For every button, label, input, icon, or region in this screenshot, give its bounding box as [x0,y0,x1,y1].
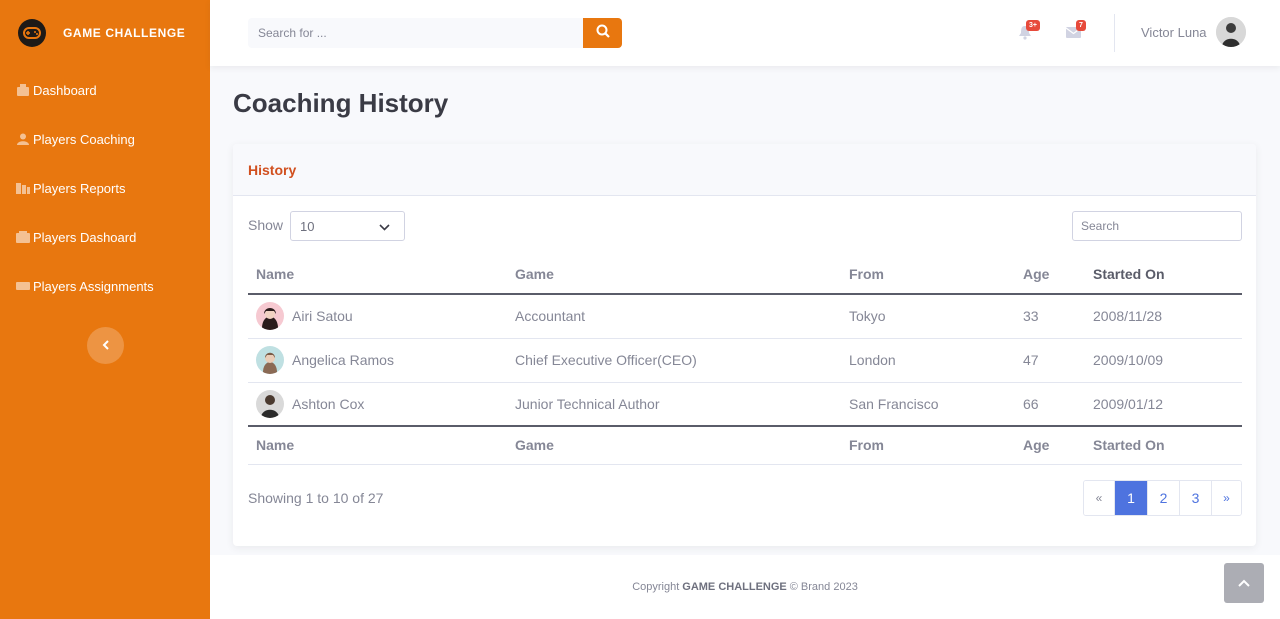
started-on-cell: 2008/11/28 [1085,294,1242,339]
grid-icon [16,231,30,243]
footer: Copyright GAME CHALLENGE © Brand 2023 [210,555,1280,619]
sidebar-item-label: Players Dashoard [33,229,137,245]
table-header-row: Name Game From Age Started On [248,254,1242,295]
brand[interactable]: GAME CHALLENGE [0,0,210,66]
entries-select-value: 10 [300,218,315,234]
age-cell: 47 [1015,338,1085,383]
column-footer-age: Age [1015,425,1085,465]
pagination-next[interactable]: » [1211,481,1241,515]
report-icon [16,182,30,194]
avatar [256,346,284,374]
sidebar-item-label: Players Coaching [33,131,135,147]
alerts-button[interactable]: 3+ [1018,20,1040,42]
name-cell: Ashton Cox [248,382,507,426]
game-cell: Chief Executive Officer(CEO) [507,338,841,383]
page-title: Coaching History [233,88,449,118]
from-cell: San Francisco [849,395,939,412]
user-icon [16,133,30,145]
sidebar-item-label: Players Assignments [33,278,154,294]
sidebar: GAME CHALLENGE Dashboard Players Coachin… [0,0,210,619]
topbar-divider [1114,14,1115,52]
column-header-started-on[interactable]: Started On [1085,254,1242,295]
topbar-search [248,18,622,48]
chevron-left-icon [102,337,110,355]
started-on-cell: 2009/10/09 [1085,338,1242,383]
showing-info: Showing 1 to 10 of 27 [248,490,384,506]
sidebar-item-players-coaching[interactable]: Players Coaching [0,119,210,159]
alerts-badge: 3+ [1026,20,1040,31]
card-title: History [248,161,297,178]
scroll-to-top-button[interactable] [1224,563,1264,603]
search-input[interactable] [248,18,583,48]
history-card: History Show 10 Name Game From Age Start… [233,144,1256,546]
search-icon [596,24,610,43]
column-footer-from: From [841,425,1015,465]
pagination-page-1[interactable]: 1 [1114,481,1147,515]
avatar[interactable] [1216,17,1246,47]
column-header-from[interactable]: From [841,254,1015,295]
player-name: Angelica Ramos [292,352,394,368]
column-footer-started-on: Started On [1085,425,1242,465]
column-footer-game: Game [507,425,841,465]
sidebar-toggle-button[interactable] [87,327,124,364]
table-footer-row: Name Game From Age Started On [248,425,1242,465]
history-table: Name Game From Age Started On Airi Satou… [248,254,1242,465]
table-row[interactable]: Ashton Cox Junior Technical Author San F… [248,382,1242,426]
home-icon [16,84,30,96]
entries-select[interactable]: 10 [290,211,405,241]
avatar [256,389,284,418]
started-on-cell: 2009/01/12 [1093,395,1164,412]
messages-button[interactable]: 7 [1066,20,1086,42]
age-cell: 33 [1015,294,1085,339]
brand-name: GAME CHALLENGE [63,26,186,40]
table-row[interactable]: Airi Satou Accountant Tokyo 33 2008/11/2… [248,294,1242,339]
game-cell: Junior Technical Author [515,395,660,412]
show-label: Show [248,217,284,233]
topbar: 3+ 7 Victor Luna [210,0,1280,66]
player-name: Airi Satou [292,308,353,325]
user-name[interactable]: Victor Luna [1141,25,1207,40]
table-search-input[interactable] [1072,211,1242,241]
column-header-name[interactable]: Name [248,254,507,295]
from-cell: London [841,338,1015,383]
card-header: History [233,144,1256,196]
avatar [256,302,284,331]
sidebar-item-players-dashoard[interactable]: Players Dashoard [0,217,210,257]
sidebar-item-label: Dashboard [33,82,97,98]
table-row[interactable]: Angelica Ramos Chief Executive Officer(C… [248,338,1242,383]
player-name: Ashton Cox [292,395,365,412]
pagination-page-3[interactable]: 3 [1179,481,1211,515]
chevron-down-icon [379,219,390,234]
name-cell: Angelica Ramos [248,338,507,383]
gamepad-icon [18,19,46,47]
game-cell: Accountant [507,294,841,339]
column-header-age[interactable]: Age [1015,254,1085,295]
footer-copyright-suffix: © Brand 2023 [789,581,858,593]
sidebar-item-players-assignments[interactable]: Players Assignments [0,266,210,306]
pagination-prev[interactable]: « [1084,481,1114,515]
pagination-page-2[interactable]: 2 [1147,481,1179,515]
sidebar-item-label: Players Reports [33,180,126,196]
name-cell: Airi Satou [248,294,507,339]
footer-copyright-prefix: Copyright [632,581,680,593]
pagination: « 1 2 3 » [1083,480,1242,516]
chevron-up-icon [1238,574,1250,592]
list-icon [16,280,30,292]
from-cell: Tokyo [841,294,1015,339]
search-button[interactable] [583,18,622,48]
age-cell: 66 [1023,395,1039,412]
messages-badge: 7 [1076,20,1086,31]
sidebar-item-players-reports[interactable]: Players Reports [0,168,210,208]
sidebar-item-dashboard[interactable]: Dashboard [0,70,210,110]
footer-brand: GAME CHALLENGE [682,581,787,593]
column-footer-name: Name [248,425,507,465]
column-header-game[interactable]: Game [507,254,841,295]
